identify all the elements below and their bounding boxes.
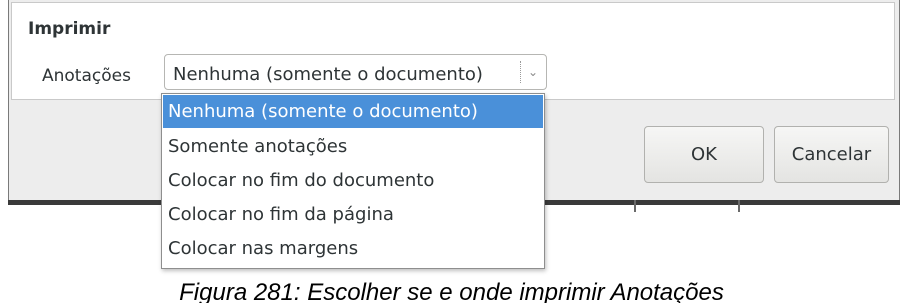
ok-button[interactable]: OK <box>644 126 764 183</box>
dropdown-option-end-of-document[interactable]: Colocar no fim do documento <box>163 164 543 197</box>
chevron-down-icon[interactable]: ⌄ <box>526 62 540 82</box>
screenshot: Imprimir Anotações Nenhuma (somente o do… <box>0 0 903 303</box>
annotations-label: Anotações <box>42 66 131 86</box>
dropdown-option-end-of-page[interactable]: Colocar no fim da página <box>163 198 543 231</box>
annotations-dropdown[interactable]: Nenhuma (somente o documento) ⌄ <box>164 54 547 90</box>
annotations-dropdown-value: Nenhuma (somente o documento) <box>173 64 483 85</box>
cancel-button[interactable]: Cancelar <box>774 126 889 183</box>
figure-caption: Figura 281: Escolher se e onde imprimir … <box>179 279 724 303</box>
print-section: Imprimir Anotações Nenhuma (somente o do… <box>11 2 895 100</box>
background-tick <box>738 200 740 212</box>
dropdown-option-margins[interactable]: Colocar nas margens <box>163 232 543 265</box>
dropdown-option-none[interactable]: Nenhuma (somente o documento) <box>163 95 543 128</box>
dropdown-option-annotations-only[interactable]: Somente anotações <box>163 130 543 163</box>
dropdown-separator <box>520 61 521 83</box>
annotations-dropdown-list: Nenhuma (somente o documento) Somente an… <box>161 93 545 269</box>
background-tick <box>634 200 636 212</box>
section-title: Imprimir <box>28 19 111 39</box>
